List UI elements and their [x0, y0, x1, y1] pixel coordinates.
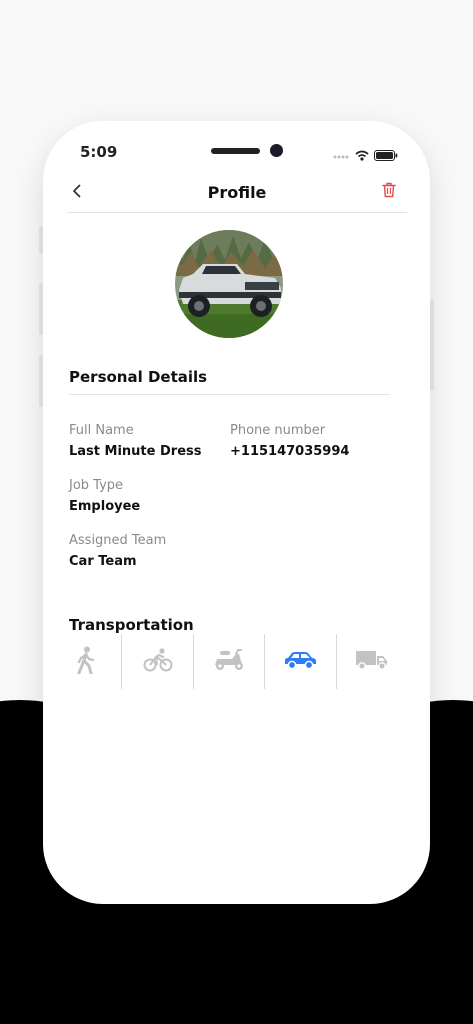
bicycle-icon [143, 647, 173, 676]
transport-option-walk[interactable] [51, 634, 123, 689]
phone-screen: 5:09 Profile Personal Details Full Name … [43, 121, 430, 904]
personal-details-title: Personal Details [69, 368, 208, 386]
avatar[interactable] [175, 230, 283, 338]
job-type-label: Job Type [69, 478, 124, 493]
assigned-team-label: Assigned Team [69, 533, 167, 548]
truck-photo [175, 230, 283, 338]
transportation-selector [51, 634, 407, 689]
notch-speaker [211, 148, 260, 154]
scooter-icon [212, 648, 246, 676]
transport-option-truck[interactable] [337, 634, 407, 689]
status-icons [333, 146, 398, 165]
phone-number-value: +115147035994 [230, 444, 350, 459]
cellular-signal-icon [333, 146, 350, 165]
delete-button[interactable] [379, 182, 399, 202]
transportation-title: Transportation [69, 616, 194, 634]
full-name-value: Last Minute Dress [69, 444, 202, 459]
front-camera [270, 144, 283, 157]
transport-option-bicycle[interactable] [122, 634, 194, 689]
trash-icon [382, 182, 396, 202]
wifi-icon [355, 146, 369, 165]
top-nav-bar: Profile [67, 176, 407, 213]
page-title: Profile [207, 183, 267, 202]
phone-number-label: Phone number [230, 423, 326, 438]
truck-icon [355, 649, 389, 675]
transport-option-scooter[interactable] [194, 634, 266, 689]
battery-icon [374, 146, 398, 165]
full-name-label: Full Name [69, 423, 134, 438]
assigned-team-value: Car Team [69, 554, 137, 569]
screenshot-scene: 5:09 Profile Personal Details Full Name … [0, 0, 473, 1024]
power-button [430, 300, 434, 390]
transport-option-car[interactable] [265, 634, 337, 689]
job-type-value: Employee [69, 499, 141, 514]
divider [69, 394, 390, 395]
walking-icon [75, 646, 97, 678]
car-icon [283, 650, 317, 674]
status-time: 5:09 [80, 143, 118, 161]
